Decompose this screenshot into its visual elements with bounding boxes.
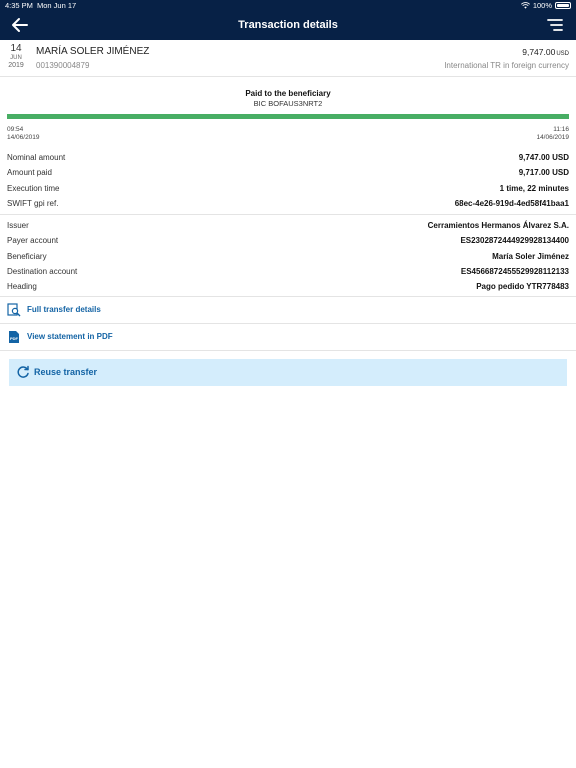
view-statement-pdf-label: View statement in PDF	[27, 332, 113, 341]
status-bar: 4:35 PM Mon Jun 17 100%	[0, 0, 576, 11]
date-day: 14	[10, 43, 22, 54]
transaction-amount: 9,747.00USD	[522, 47, 569, 57]
divider	[0, 214, 576, 216]
detail-row-nominal-amount: Nominal amount 9,747.00 USD	[0, 150, 576, 165]
refresh-icon	[17, 365, 29, 378]
status-date: Mon Jun 17	[37, 1, 77, 10]
end-date: 14/06/2019	[536, 134, 569, 141]
full-transfer-details-link[interactable]: Full transfer details	[0, 296, 576, 323]
detail-value: 68ec-4e26-919d-4ed58f41baa1	[454, 198, 569, 208]
navigation-bar: Transaction details	[0, 11, 576, 40]
detail-row-issuer: Issuer Cerramientos Hermanos Álvarez S.A…	[0, 218, 576, 233]
start-date: 14/06/2019	[7, 134, 40, 141]
tracking-progress-fill	[7, 114, 569, 119]
start-time: 09:54	[7, 126, 24, 133]
amount-value: 9,747.00	[522, 47, 556, 57]
transaction-summary: 14 JUN 2019 MARÍA SOLER JIMÉNEZ 00139000…	[0, 40, 576, 77]
detail-value: 1 time, 22 minutes	[499, 183, 569, 193]
detail-row-heading: Heading Pago pedido YTR778483	[0, 279, 576, 294]
detail-row-swift-ref: SWIFT gpi ref. 68ec-4e26-919d-4ed58f41ba…	[0, 196, 576, 211]
detail-row-execution-time: Execution time 1 time, 22 minutes	[0, 181, 576, 196]
reuse-transfer-label: Reuse transfer	[34, 367, 98, 377]
divider	[0, 350, 576, 351]
detail-value: ES2302872444929928134400	[460, 236, 569, 246]
full-transfer-details-label: Full transfer details	[27, 305, 101, 314]
detail-label: Issuer	[7, 221, 29, 231]
beneficiary-name: MARÍA SOLER JIMÉNEZ	[36, 46, 150, 57]
detail-label: Execution time	[7, 183, 60, 193]
detail-label: Destination account	[7, 267, 78, 277]
tracking-status: Paid to the beneficiary	[245, 89, 331, 98]
detail-row-beneficiary: Beneficiary María Soler Jiménez	[0, 249, 576, 264]
detail-label: Nominal amount	[7, 153, 66, 162]
detail-value: María Soler Jiménez	[492, 251, 569, 261]
menu-icon[interactable]	[547, 17, 563, 33]
detail-label: Beneficiary	[7, 251, 47, 261]
tracking-end: 11:16 14/06/2019	[536, 126, 569, 142]
date-month: JUN	[10, 55, 22, 61]
end-time: 11:16	[553, 126, 569, 133]
status-time: 4:35 PM	[5, 1, 33, 10]
page-title: Transaction details	[238, 19, 338, 31]
tracking-progress-bar	[7, 114, 569, 119]
detail-value: Pago pedido YTR778483	[476, 282, 569, 292]
document-search-icon	[7, 303, 21, 317]
detail-label: SWIFT gpi ref.	[7, 198, 59, 208]
detail-row-amount-paid: Amount paid 9,717.00 USD	[0, 165, 576, 180]
action-links: Full transfer details PDF View statement…	[0, 296, 576, 351]
pdf-icon: PDF	[9, 331, 19, 343]
details-list: Nominal amount 9,747.00 USD Amount paid …	[0, 150, 576, 295]
amount-currency: USD	[556, 51, 569, 57]
detail-value: 9,747.00 USD	[518, 153, 569, 162]
transaction-type: International TR in foreign currency	[444, 61, 569, 70]
battery-icon	[555, 2, 571, 9]
battery-percent: 100%	[532, 1, 552, 10]
detail-value: ES4566872455529928112133	[460, 267, 569, 277]
tracking-bic: BIC BOFAUS3NRT2	[253, 99, 323, 108]
account-number: 001390004879	[36, 61, 90, 70]
detail-label: Amount paid	[7, 168, 52, 178]
app-header: 4:35 PM Mon Jun 17 100% Transaction deta…	[0, 0, 576, 40]
reuse-transfer-button[interactable]: Reuse transfer	[9, 359, 567, 386]
date-year: 2019	[8, 62, 24, 69]
transaction-date: 14 JUN 2019	[4, 43, 28, 70]
tracking-start: 09:54 14/06/2019	[7, 126, 40, 142]
detail-row-destination-account: Destination account ES456687245552992811…	[0, 264, 576, 279]
view-statement-pdf-link[interactable]: PDF View statement in PDF	[0, 323, 576, 350]
wifi-icon	[520, 2, 530, 9]
status-right: 100%	[520, 1, 571, 10]
detail-row-payer-account: Payer account ES2302872444929928134400	[0, 233, 576, 248]
detail-label: Payer account	[7, 236, 59, 246]
detail-value: Cerramientos Hermanos Álvarez S.A.	[427, 221, 569, 231]
detail-value: 9,717.00 USD	[518, 168, 569, 178]
detail-label: Heading	[7, 282, 37, 292]
svg-text:PDF: PDF	[10, 336, 19, 341]
